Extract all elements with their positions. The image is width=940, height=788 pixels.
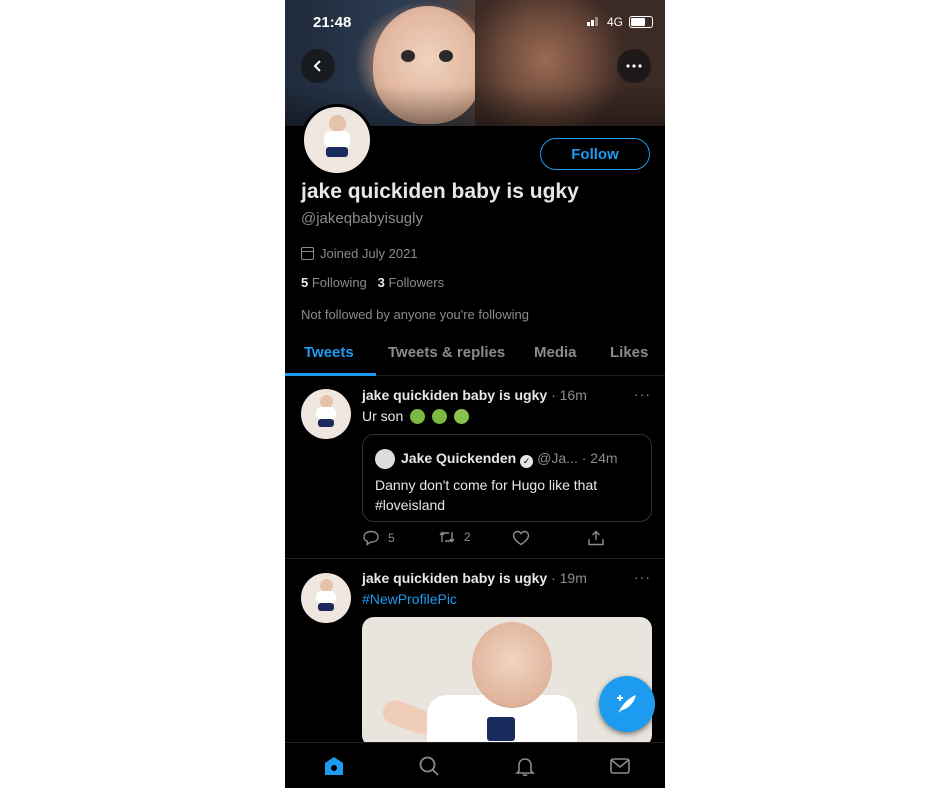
tweet-time: · 16m	[551, 387, 587, 403]
status-bar: 21:48 4G	[285, 0, 665, 44]
tab-likes[interactable]: Likes	[610, 344, 648, 361]
profile-screen: 21:48 4G Follow jake quickiden baby is u…	[285, 0, 665, 788]
like-icon	[512, 530, 530, 546]
quoted-header: Jake Quickenden ✓ @Ja... · 24m	[401, 450, 618, 468]
bottom-navigation	[285, 742, 665, 788]
nav-search[interactable]	[416, 753, 442, 779]
quoted-avatar	[375, 449, 395, 469]
share-icon	[588, 530, 604, 546]
back-arrow-icon	[313, 60, 321, 72]
tweet-header: jake quickiden baby is ugky · 19m	[362, 570, 587, 586]
tweet-text: Ur son	[362, 408, 469, 424]
not-followed-notice: Not followed by anyone you're following	[301, 307, 529, 322]
vomiting-face-icon	[453, 409, 469, 424]
messages-icon	[610, 758, 630, 774]
tweet-more-icon[interactable]: ···	[634, 569, 651, 585]
nav-messages[interactable]	[607, 753, 633, 779]
calendar-icon	[301, 247, 314, 260]
active-tab-indicator	[285, 373, 376, 376]
like-button[interactable]	[512, 530, 530, 546]
nauseated-face-icon	[432, 409, 448, 424]
tab-media[interactable]: Media	[534, 344, 577, 361]
joined-text: Joined July 2021	[320, 246, 418, 261]
compose-icon	[617, 695, 636, 713]
home-icon	[325, 757, 343, 775]
quoted-time: · 24m	[581, 450, 618, 466]
reply-button[interactable]: 5	[362, 530, 395, 546]
tweet-actions: 5 2	[362, 530, 652, 552]
tweet-divider	[285, 558, 665, 559]
following-link[interactable]: 5 Following	[301, 275, 367, 290]
quoted-tweet[interactable]: Jake Quickenden ✓ @Ja... · 24m Danny don't…	[362, 434, 652, 522]
retweet-button[interactable]: 2	[438, 530, 471, 544]
battery-icon	[629, 16, 653, 28]
network-type: 4G	[606, 15, 623, 29]
share-button[interactable]	[587, 530, 605, 546]
compose-tweet-button[interactable]	[599, 676, 655, 732]
back-button[interactable]	[301, 49, 335, 83]
tweet-avatar[interactable]	[301, 389, 351, 439]
tweet-author[interactable]: jake quickiden baby is ugky	[362, 387, 547, 403]
reply-icon	[363, 530, 379, 546]
tweet-time: · 19m	[551, 570, 587, 586]
follow-counts: 5 Following 3 Followers	[301, 275, 444, 290]
nauseated-face-icon	[410, 409, 426, 424]
signal-icon	[587, 17, 599, 26]
tweet-avatar[interactable]	[301, 573, 351, 623]
tweet-header: jake quickiden baby is ugky · 16m	[362, 387, 587, 403]
joined-date: Joined July 2021	[301, 246, 418, 261]
notifications-icon	[515, 758, 535, 777]
tweet-hashtag-link[interactable]: #NewProfilePic	[362, 591, 457, 607]
verified-icon: ✓	[520, 455, 534, 468]
profile-handle: @jakeqbabyisugly	[301, 210, 423, 227]
profile-name: jake quickiden baby is ugky	[301, 180, 579, 203]
search-icon	[419, 756, 439, 776]
tweet-author[interactable]: jake quickiden baby is ugky	[362, 570, 547, 586]
tab-tweets-replies[interactable]: Tweets & replies	[388, 344, 505, 361]
quoted-text: Danny don't come for Hugo like that #lov…	[375, 477, 598, 513]
more-icon	[626, 64, 642, 68]
retweet-icon	[439, 531, 455, 543]
nav-notifications[interactable]	[512, 753, 538, 779]
quoted-handle: @Ja...	[537, 450, 578, 466]
quoted-author: Jake Quickenden	[401, 450, 517, 466]
profile-avatar[interactable]	[301, 104, 373, 176]
status-time: 21:48	[313, 14, 352, 31]
tweet-more-icon[interactable]: ···	[634, 386, 651, 402]
follow-button[interactable]: Follow	[540, 138, 650, 170]
followers-link[interactable]: 3 Followers	[378, 275, 444, 290]
nav-home[interactable]	[321, 753, 347, 779]
tab-tweets[interactable]: Tweets	[304, 344, 354, 361]
profile-tabs: Tweets Tweets & replies Media Likes	[285, 335, 665, 376]
more-options-button[interactable]	[617, 49, 651, 83]
